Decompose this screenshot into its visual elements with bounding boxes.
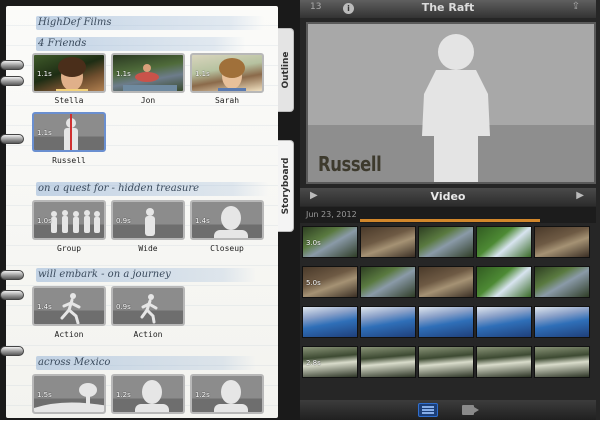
project-title: The Raft <box>421 1 475 14</box>
clip-duration: 3.0s <box>306 239 321 247</box>
clip-thumb[interactable] <box>360 346 416 378</box>
clip-date: Jun 23, 2012 <box>306 210 357 219</box>
clip-thumb[interactable] <box>360 266 416 298</box>
shot-duration: 1.1s <box>195 70 210 78</box>
shot-label-action-1: Action <box>54 330 84 339</box>
play-right-icon[interactable]: ▶ <box>576 190 584 201</box>
clip-thumb[interactable] <box>418 346 474 378</box>
shot-thumb-closeup-2[interactable]: 1.2s <box>111 374 185 414</box>
notebook-page: HighDef Films 4 Friends 1.1s Stella 1.1s… <box>6 6 278 418</box>
binder-ring <box>0 346 24 356</box>
clip-thumb[interactable] <box>476 266 532 298</box>
shot-label-sarah: Sarah <box>214 96 240 105</box>
clip-thumb[interactable] <box>534 346 590 378</box>
shot-duration: 1.0s <box>37 217 52 225</box>
tab-outline[interactable]: Outline <box>278 28 294 112</box>
grid-view-icon[interactable] <box>418 403 438 417</box>
clip-thumb[interactable] <box>418 306 474 338</box>
shot-label-closeup: Closeup <box>210 244 244 253</box>
clip-thumb[interactable] <box>476 226 532 258</box>
clip-duration: 2.8s <box>306 359 321 367</box>
section-heading-journey[interactable]: will embark - on a journey <box>36 268 256 282</box>
shot-label-jon: Jon <box>140 96 156 105</box>
tab-outline-label: Outline <box>280 51 291 89</box>
shot-duration: 1.4s <box>37 303 52 311</box>
clip-thumb[interactable]: 5.0s <box>302 266 358 298</box>
viewer-bottom-bar <box>300 400 596 420</box>
clip-thumb[interactable] <box>302 306 358 338</box>
binder-ring <box>0 290 24 300</box>
shot-duration: 1.1s <box>37 129 52 137</box>
binder-ring <box>0 134 24 144</box>
shot-duration: 0.9s <box>116 303 131 311</box>
clip-thumb[interactable] <box>476 346 532 378</box>
shot-duration: 1.1s <box>116 70 131 78</box>
section-heading-mexico[interactable]: across Mexico <box>36 356 256 370</box>
clip-thumb[interactable]: 3.0s <box>302 226 358 258</box>
shot-thumb-closeup-3[interactable]: 1.2s <box>190 374 264 414</box>
timeline-progress <box>360 219 540 222</box>
video-browser-label: Video <box>430 190 466 203</box>
clip-thumb[interactable] <box>360 306 416 338</box>
shot-thumb-wide[interactable]: 0.9s <box>111 200 185 240</box>
share-icon[interactable]: ⇪ <box>572 1 580 12</box>
binder-ring <box>0 60 24 70</box>
clip-thumb[interactable] <box>534 306 590 338</box>
storyboard-notebook: HighDef Films 4 Friends 1.1s Stella 1.1s… <box>0 0 300 420</box>
shot-thumb-action-1[interactable]: 1.4s <box>32 286 106 326</box>
shot-label-action-2: Action <box>133 330 163 339</box>
binder-ring <box>0 76 24 86</box>
tab-storyboard[interactable]: Storyboard <box>278 140 294 232</box>
video-camera-icon[interactable] <box>462 405 479 415</box>
shot-thumb-group[interactable]: 1.0s <box>32 200 106 240</box>
shot-thumb-landscape[interactable]: 1.5s <box>32 374 106 414</box>
shot-duration: 1.2s <box>195 391 210 399</box>
notebook-title[interactable]: HighDef Films <box>36 16 264 30</box>
shot-duration: 1.1s <box>37 70 52 78</box>
clip-thumb[interactable] <box>418 226 474 258</box>
clip-thumb[interactable]: 2.8s <box>302 346 358 378</box>
section-heading-friends[interactable]: 4 Friends <box>36 37 246 51</box>
viewer-top-bar: 13 i The Raft ⇪ <box>300 0 596 18</box>
shot-duration: 1.5s <box>37 391 52 399</box>
shot-thumb-sarah[interactable]: 1.1s <box>190 53 264 93</box>
clip-duration: 5.0s <box>306 279 321 287</box>
preview-shot-name: Russell <box>318 152 382 176</box>
tab-storyboard-label: Storyboard <box>280 157 291 215</box>
clip-grid: 3.0s 5.0s 2.8s <box>302 226 596 396</box>
shot-label-stella: Stella <box>54 96 84 105</box>
preview-frame[interactable]: Russell <box>306 22 596 184</box>
clip-thumb[interactable] <box>534 226 590 258</box>
shot-label-russell: Russell <box>52 156 86 165</box>
shot-thumb-russell[interactable]: 1.1s <box>32 112 106 152</box>
date-row: Jun 23, 2012 <box>300 207 596 223</box>
clip-thumb[interactable] <box>534 266 590 298</box>
shot-duration: 0.9s <box>116 217 131 225</box>
viewer-panel: 13 i The Raft ⇪ Russell ▶ Video ▶ Jun 23… <box>300 0 600 420</box>
clip-thumb[interactable] <box>418 266 474 298</box>
shot-label-wide: Wide <box>138 244 158 253</box>
section-heading-quest[interactable]: on a quest for - hidden treasure <box>36 182 268 196</box>
video-browser-bar: ▶ Video ▶ <box>300 188 596 206</box>
shot-duration: 1.2s <box>116 391 131 399</box>
shot-thumb-stella[interactable]: 1.1s <box>32 53 106 93</box>
shot-label-group: Group <box>56 244 82 253</box>
shot-thumb-closeup[interactable]: 1.4s <box>190 200 264 240</box>
clip-thumb[interactable] <box>476 306 532 338</box>
shot-duration: 1.4s <box>195 217 210 225</box>
clip-thumb[interactable] <box>360 226 416 258</box>
shot-thumb-jon[interactable]: 1.1s <box>111 53 185 93</box>
binder-ring <box>0 270 24 280</box>
shot-thumb-action-2[interactable]: 0.9s <box>111 286 185 326</box>
